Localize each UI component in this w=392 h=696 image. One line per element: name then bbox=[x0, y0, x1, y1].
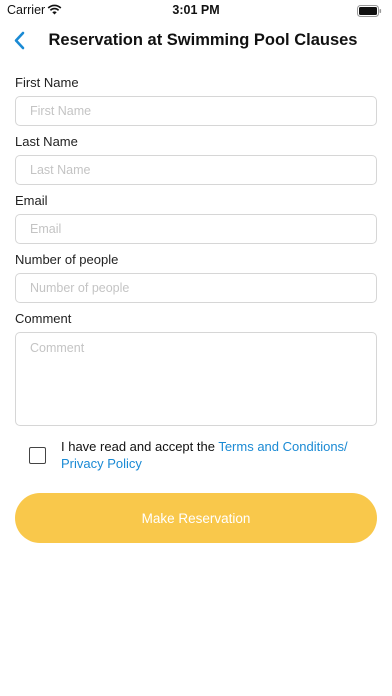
reservation-form: First Name Last Name Email Number of peo… bbox=[15, 74, 377, 433]
comment-field[interactable] bbox=[15, 332, 377, 426]
comment-label: Comment bbox=[15, 311, 72, 326]
people-label: Number of people bbox=[15, 252, 119, 267]
people-field[interactable] bbox=[15, 273, 377, 303]
consent-checkbox[interactable] bbox=[29, 447, 46, 464]
make-reservation-button[interactable]: Make Reservation bbox=[15, 493, 377, 543]
email-group: Email bbox=[15, 192, 377, 244]
navigation-bar: Reservation at Swimming Pool Clauses bbox=[0, 22, 392, 62]
last-name-label: Last Name bbox=[15, 134, 78, 149]
status-time: 3:01 PM bbox=[172, 3, 220, 17]
first-name-label: First Name bbox=[15, 75, 79, 90]
consent-prefix: I have read and accept the bbox=[61, 439, 219, 454]
email-label: Email bbox=[15, 193, 48, 208]
last-name-field[interactable] bbox=[15, 155, 377, 185]
email-field[interactable] bbox=[15, 214, 377, 244]
comment-group: Comment bbox=[15, 310, 377, 426]
terms-link[interactable]: Terms and Conditions/ bbox=[218, 439, 347, 454]
first-name-group: First Name bbox=[15, 74, 377, 126]
people-group: Number of people bbox=[15, 251, 377, 303]
consent-text: I have read and accept the Terms and Con… bbox=[61, 438, 379, 472]
first-name-field[interactable] bbox=[15, 96, 377, 126]
battery-icon bbox=[357, 5, 382, 20]
status-bar: Carrier 3:01 PM bbox=[0, 0, 392, 22]
privacy-policy-link[interactable]: Privacy Policy bbox=[61, 456, 142, 471]
last-name-group: Last Name bbox=[15, 133, 377, 185]
page-title: Reservation at Swimming Pool Clauses bbox=[48, 31, 358, 49]
